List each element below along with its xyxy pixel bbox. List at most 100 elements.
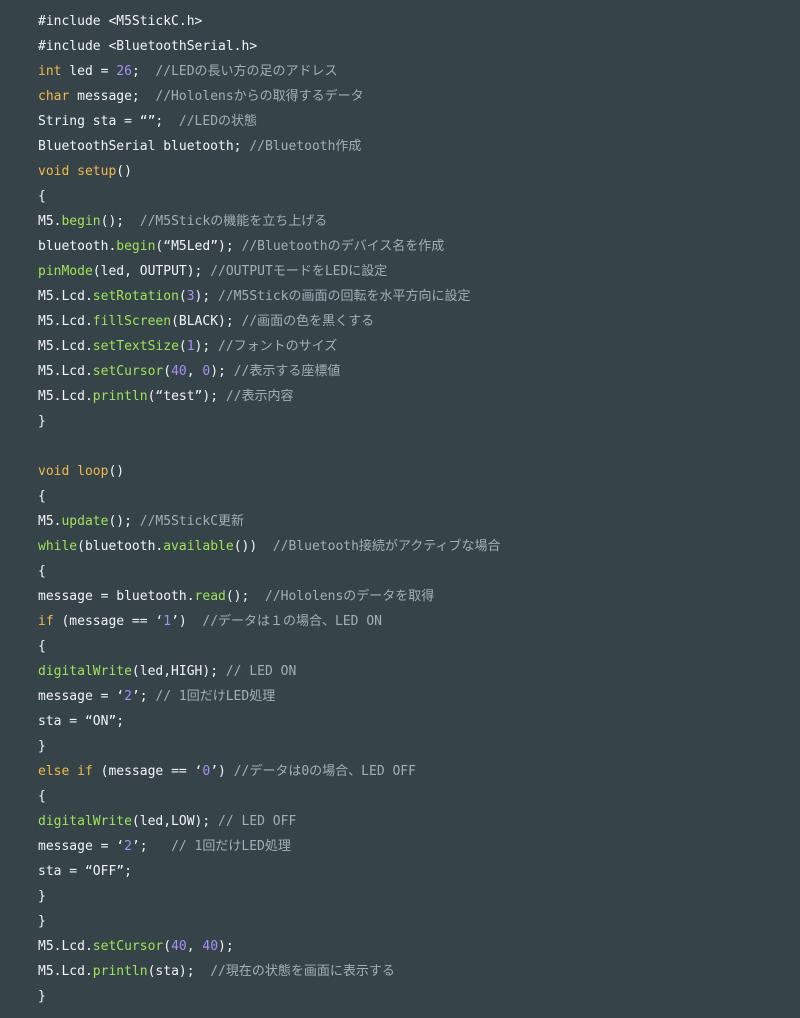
code-token-keyword: loop [77,464,109,479]
code-line[interactable]: } [38,909,788,934]
code-token-comment: //Bluetooth接続がアクティブな場合 [272,539,501,554]
code-token-plain: (led, OUTPUT); [92,264,211,279]
code-token-plain: M5.Lcd. [38,964,93,979]
code-token-func: fillScreen [92,314,172,329]
code-line[interactable]: int led = 26; //LEDの長い方の足のアドレス [38,59,788,84]
code-line[interactable]: M5.Lcd.println(“test”); //表示内容 [38,384,788,409]
code-token-type: void [38,464,70,479]
code-line[interactable]: digitalWrite(led,HIGH); // LED ON [38,659,788,684]
code-token-func: digitalWrite [38,664,132,679]
code-line[interactable]: else if (message == ‘0’) //データは0の場合、LED … [38,759,788,784]
code-line[interactable]: message = ‘2’; // 1回だけLED処理 [38,684,788,709]
code-line[interactable]: } [38,734,788,759]
code-line[interactable]: BluetoothSerial bluetooth; //Bluetooth作成 [38,134,788,159]
code-token-plain: (); [100,214,140,229]
code-line[interactable]: M5.Lcd.setCursor(40, 40); [38,934,788,959]
code-line[interactable]: } [38,984,788,1009]
code-token-plain: M5.Lcd. [38,314,93,329]
code-line[interactable]: #include <M5StickC.h> [38,9,788,34]
code-line[interactable]: digitalWrite(led,LOW); // LED OFF [38,809,788,834]
code-token-number: 40 [171,364,187,379]
code-token-plain: message; [69,89,156,104]
code-token-plain: #include <M5StickC.h> [38,14,203,29]
code-line[interactable]: pinMode(led, OUTPUT); //OUTPUTモードをLEDに設定 [38,259,788,284]
code-token-plain: M5.Lcd. [38,289,93,304]
code-line[interactable]: M5.update(); //M5StickC更新 [38,509,788,534]
code-token-comment: // 1回だけLED処理 [155,689,276,704]
code-line[interactable]: M5.Lcd.println(sta); //現在の状態を画面に表示する [38,959,788,984]
code-line[interactable]: { [38,484,788,509]
code-token-func: begin [61,214,101,229]
code-token-func: setCursor [92,364,164,379]
code-line[interactable]: M5.Lcd.setCursor(40, 0); //表示する座標値 [38,359,788,384]
code-token-func: while [38,539,78,554]
code-token-plain: M5.Lcd. [38,389,93,404]
code-token-plain: message = ‘ [38,689,125,704]
code-line[interactable]: String sta = “”; //LEDの状態 [38,109,788,134]
code-token-number: 2 [124,839,132,854]
code-line[interactable]: M5.begin(); //M5Stickの機能を立ち上げる [38,209,788,234]
code-token-plain: led = [61,64,117,79]
code-token-keyword: else [38,764,70,779]
code-token-comment: //画面の色を黒くする [241,314,375,329]
code-token-plain: ); [218,939,234,954]
code-token-plain: } [38,889,46,904]
code-token-plain: BluetoothSerial bluetooth; [38,139,250,154]
code-token-func: read [194,589,226,604]
code-token-plain: String sta = [38,114,140,129]
code-token-comment: //Hololensのデータを取得 [265,589,435,604]
code-token-func: update [61,514,109,529]
code-line[interactable]: M5.Lcd.setTextSize(1); //フォントのサイズ [38,334,788,359]
code-line[interactable]: bluetooth.begin(“M5Led”); //Bluetoothのデバ… [38,234,788,259]
code-line[interactable]: char message; //Hololensからの取得するデータ [38,84,788,109]
code-line[interactable]: sta = “ON”; [38,709,788,734]
code-line[interactable]: { [38,634,788,659]
code-line[interactable]: while(bluetooth.available()) //Bluetooth… [38,534,788,559]
code-line[interactable]: message = ‘2’; // 1回だけLED処理 [38,834,788,859]
code-token-number: 40 [171,939,187,954]
code-token-number: 40 [202,939,219,954]
code-token-plain: () [116,164,132,179]
code-line[interactable]: { [38,559,788,584]
code-token-plain: , [186,939,203,954]
code-line[interactable] [38,434,788,459]
code-token-keyword: if [38,614,54,629]
code-token-plain: (); [108,514,140,529]
code-token-plain: } [38,914,46,929]
code-line[interactable]: { [38,184,788,209]
code-editor[interactable]: #include <M5StickC.h> #include <Bluetooth… [0,0,800,1018]
code-line[interactable]: } [38,409,788,434]
code-line[interactable]: void setup() [38,159,788,184]
code-token-plain: bluetooth. [38,239,117,254]
code-token-func: pinMode [38,264,93,279]
code-token-plain: M5.Lcd. [38,364,93,379]
code-line[interactable]: M5.Lcd.fillScreen(BLACK); //画面の色を黒くする [38,309,788,334]
code-token-keyword: if [77,764,93,779]
code-line[interactable]: sta = “OFF”; [38,859,788,884]
code-token-type: void [38,164,70,179]
code-token-plain: { [38,564,46,579]
code-token-plain: , [186,364,203,379]
code-line[interactable]: void loop() [38,459,788,484]
code-token-comment: //LEDの長い方の足のアドレス [155,64,338,79]
code-line[interactable]: M5.Lcd.setRotation(3); //M5Stickの画面の回転を水… [38,284,788,309]
code-token-plain: ( [178,339,187,354]
code-token-type: int [38,64,62,79]
code-token-plain: ); [194,289,219,304]
code-token-comment: //現在の状態を画面に表示する [210,964,395,979]
code-token-plain: ’) [210,764,234,779]
code-line[interactable]: message = bluetooth.read(); //Hololensのデ… [38,584,788,609]
code-line[interactable]: { [38,784,788,809]
code-block[interactable]: #include <M5StickC.h> #include <Bluetooth… [38,9,788,1009]
code-token-func: setCursor [92,939,164,954]
code-line[interactable]: #include <BluetoothSerial.h> [38,34,788,59]
code-token-comment: //データは１の場合、LED ON [202,614,382,629]
code-line[interactable]: if (message == ‘1’) //データは１の場合、LED ON [38,609,788,634]
code-token-plain: M5.Lcd. [38,339,93,354]
code-token-comment: //Hololensからの取得するデータ [155,89,364,104]
code-token-number: 26 [116,64,132,79]
code-token-plain: { [38,789,46,804]
code-line[interactable]: } [38,884,788,909]
